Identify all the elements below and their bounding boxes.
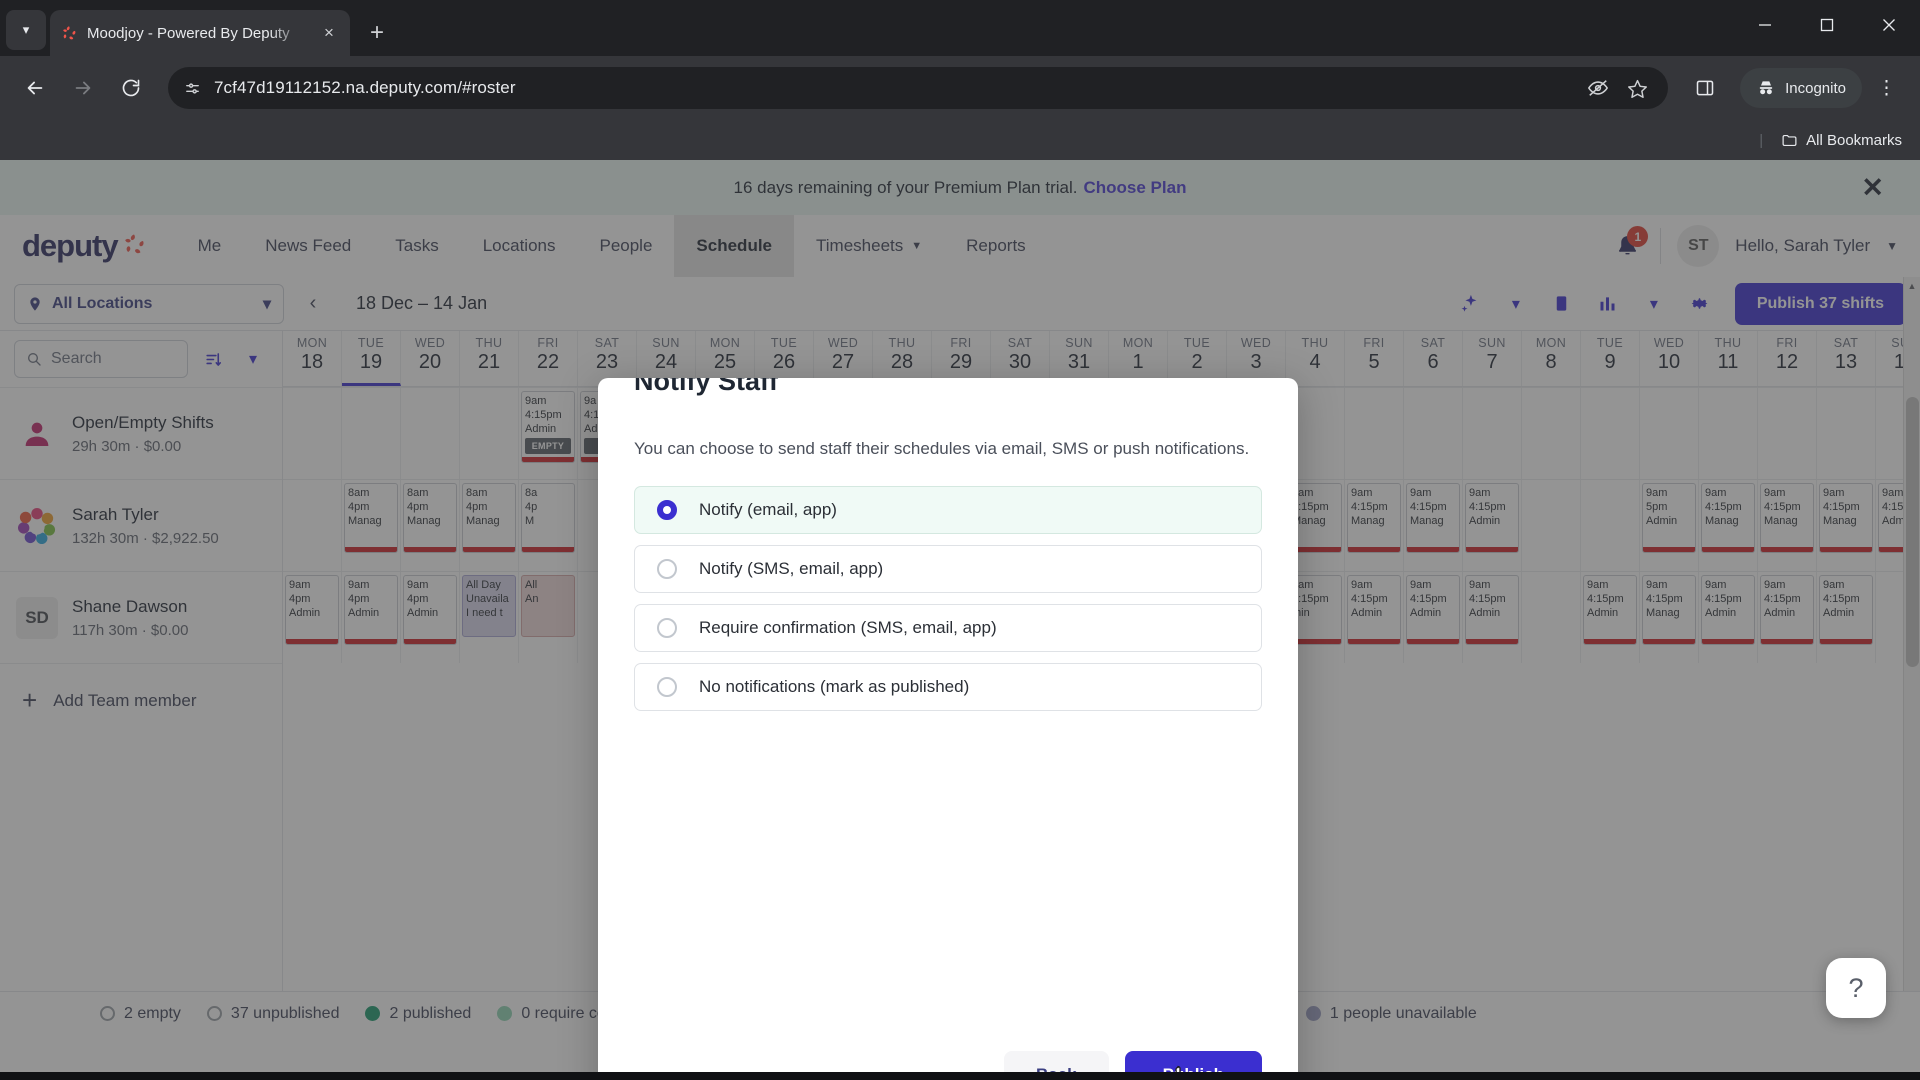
page-title: Notify Staff (634, 378, 778, 396)
reload-icon[interactable] (110, 67, 152, 109)
radio-icon[interactable] (657, 559, 677, 579)
modal-description: You can choose to send staff their sched… (634, 439, 1250, 458)
bookmarks-bar: | All Bookmarks (0, 120, 1920, 160)
radio-icon[interactable] (657, 500, 677, 520)
incognito-label: Incognito (1785, 79, 1846, 97)
help-button[interactable]: ? (1826, 958, 1886, 1018)
incognito-indicator[interactable]: Incognito (1740, 68, 1862, 108)
option-require-confirmation[interactable]: Require confirmation (SMS, email, app) (634, 604, 1262, 652)
all-bookmarks-label: All Bookmarks (1806, 131, 1902, 149)
browser-tab[interactable]: Moodjoy - Powered By Deputy × (50, 10, 350, 56)
url-text: 7cf47d19112152.na.deputy.com/#roster (214, 78, 516, 97)
address-bar[interactable]: 7cf47d19112152.na.deputy.com/#roster (168, 67, 1669, 109)
all-bookmarks-button[interactable]: All Bookmarks (1781, 132, 1902, 149)
deputy-logo-icon (60, 24, 78, 42)
back-icon[interactable] (14, 67, 56, 109)
option-label: Notify (SMS, email, app) (699, 559, 884, 578)
browser-tabstrip: ▾ Moodjoy - Powered By Deputy × + (0, 0, 1920, 56)
option-label: Require confirmation (SMS, email, app) (699, 618, 997, 637)
side-panel-icon[interactable] (1684, 67, 1726, 109)
browser-toolbar: 7cf47d19112152.na.deputy.com/#roster Inc… (0, 56, 1920, 120)
tab-close-icon[interactable]: × (318, 23, 340, 43)
chrome-menu-icon[interactable]: ⋮ (1868, 77, 1906, 100)
option-notify-email-app[interactable]: Notify (email, app) (634, 486, 1262, 534)
radio-icon[interactable] (657, 618, 677, 638)
close-window-icon[interactable] (1858, 0, 1920, 50)
notify-staff-modal: Notify Staff You can choose to send staf… (598, 378, 1298, 1080)
taskbar-strip (0, 1072, 1920, 1080)
tab-title: Moodjoy - Powered By Deputy (87, 24, 290, 42)
forward-icon[interactable] (62, 67, 104, 109)
window-controls (1734, 0, 1920, 50)
notification-options: Notify (email, app) Notify (SMS, email, … (598, 464, 1298, 711)
page-viewport: 16 days remaining of your Premium Plan t… (0, 160, 1920, 1080)
new-tab-button[interactable]: + (360, 16, 394, 50)
site-settings-icon[interactable] (184, 80, 201, 97)
tracking-protection-icon[interactable] (1587, 77, 1609, 99)
minimize-icon[interactable] (1734, 0, 1796, 50)
tab-search-button[interactable]: ▾ (6, 10, 46, 50)
bookmark-star-icon[interactable] (1627, 78, 1648, 99)
radio-icon[interactable] (657, 677, 677, 697)
bookmarks-divider: | (1759, 131, 1764, 149)
option-notify-sms-email-app[interactable]: Notify (SMS, email, app) (634, 545, 1262, 593)
option-no-notifications[interactable]: No notifications (mark as published) (634, 663, 1262, 711)
browser-window: ▾ Moodjoy - Powered By Deputy × + 7cf47d… (0, 0, 1920, 1080)
option-label: Notify (email, app) (699, 500, 837, 519)
maximize-icon[interactable] (1796, 0, 1858, 50)
option-label: No notifications (mark as published) (699, 677, 970, 696)
